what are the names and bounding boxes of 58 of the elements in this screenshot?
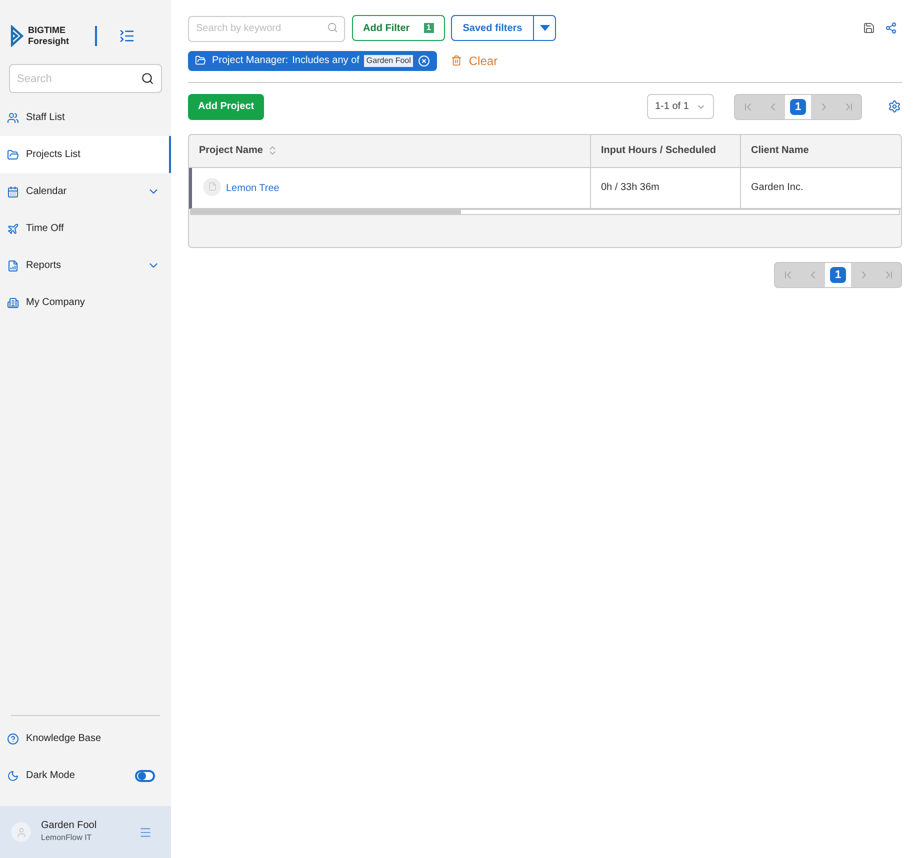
nav-label: Projects List: [26, 148, 80, 162]
column-header[interactable]: Input Hours / Scheduled: [591, 134, 741, 166]
nav-item[interactable]: Calendar: [0, 173, 171, 210]
column-header[interactable]: Project Name: [189, 134, 591, 166]
settings-icon[interactable]: [888, 100, 901, 113]
page-button[interactable]: 1: [830, 266, 846, 282]
nav-label: Calendar: [26, 185, 67, 199]
nav-item[interactable]: Reports: [0, 247, 171, 284]
range-select[interactable]: 1-1 of 1: [647, 94, 714, 119]
nav-item[interactable]: My Company: [0, 284, 171, 321]
folder-icon: [7, 148, 19, 160]
filter-field: Project Manager:: [212, 53, 288, 68]
add-filter-button[interactable]: Add Filter 1: [352, 15, 445, 42]
nav-item[interactable]: Staff List: [0, 99, 171, 136]
caret-icon: [540, 25, 550, 32]
nav-item[interactable]: Projects List: [0, 136, 171, 173]
filter-count: 1: [424, 23, 434, 34]
calendar-icon: [7, 186, 19, 198]
project-link[interactable]: Lemon Tree: [226, 180, 280, 196]
search-icon: [141, 72, 154, 85]
keyword-search-field[interactable]: Search by keyword: [188, 16, 345, 42]
dark-mode-label: Dark Mode: [26, 769, 75, 783]
sidebar-search-field[interactable]: Search: [9, 64, 162, 93]
menu-button[interactable]: [139, 826, 152, 838]
building-icon: [7, 296, 19, 308]
search-icon: [327, 22, 338, 33]
people-icon: [7, 112, 19, 124]
knowledge-base-link[interactable]: Knowledge Base: [26, 731, 102, 746]
share-icon[interactable]: [885, 22, 897, 34]
table-cell-text: Garden Inc.: [750, 181, 804, 195]
filter-value: Garden Fool: [364, 54, 413, 66]
nav-label: Time Off: [26, 222, 64, 236]
logo-icon: [10, 25, 24, 47]
collapse-sidebar-button[interactable]: [119, 28, 136, 44]
table-cell: 0h / 33h 36m: [591, 168, 741, 208]
avatar: [11, 822, 31, 842]
nav-label: Reports: [26, 259, 62, 273]
nav-label: My Company: [26, 296, 85, 310]
save-icon[interactable]: [863, 22, 875, 34]
moon-icon: [7, 770, 19, 782]
project-icon: [203, 178, 221, 196]
brand-subtitle: Foresight: [28, 36, 70, 47]
brand-name: BIGTIME: [28, 25, 66, 36]
column-header[interactable]: Client Name: [741, 134, 901, 166]
folder-icon: [195, 55, 206, 66]
page-button[interactable]: 1: [790, 98, 806, 114]
remove-filter-icon[interactable]: [418, 54, 430, 66]
report-icon: [7, 260, 19, 272]
nav-label: Staff List: [26, 111, 65, 125]
nav-item[interactable]: Time Off: [0, 210, 171, 247]
help-icon: [7, 732, 19, 744]
user-name: Garden Fool: [41, 820, 97, 832]
plane-icon: [7, 222, 19, 234]
filter-chip[interactable]: Project Manager: Includes any of Garden Fool: [188, 50, 437, 70]
user-company: LemonFlow IT: [41, 832, 93, 844]
filter-operator: Includes any of: [292, 54, 360, 68]
dark-mode-toggle[interactable]: [135, 770, 155, 782]
trash-icon: [450, 55, 462, 66]
